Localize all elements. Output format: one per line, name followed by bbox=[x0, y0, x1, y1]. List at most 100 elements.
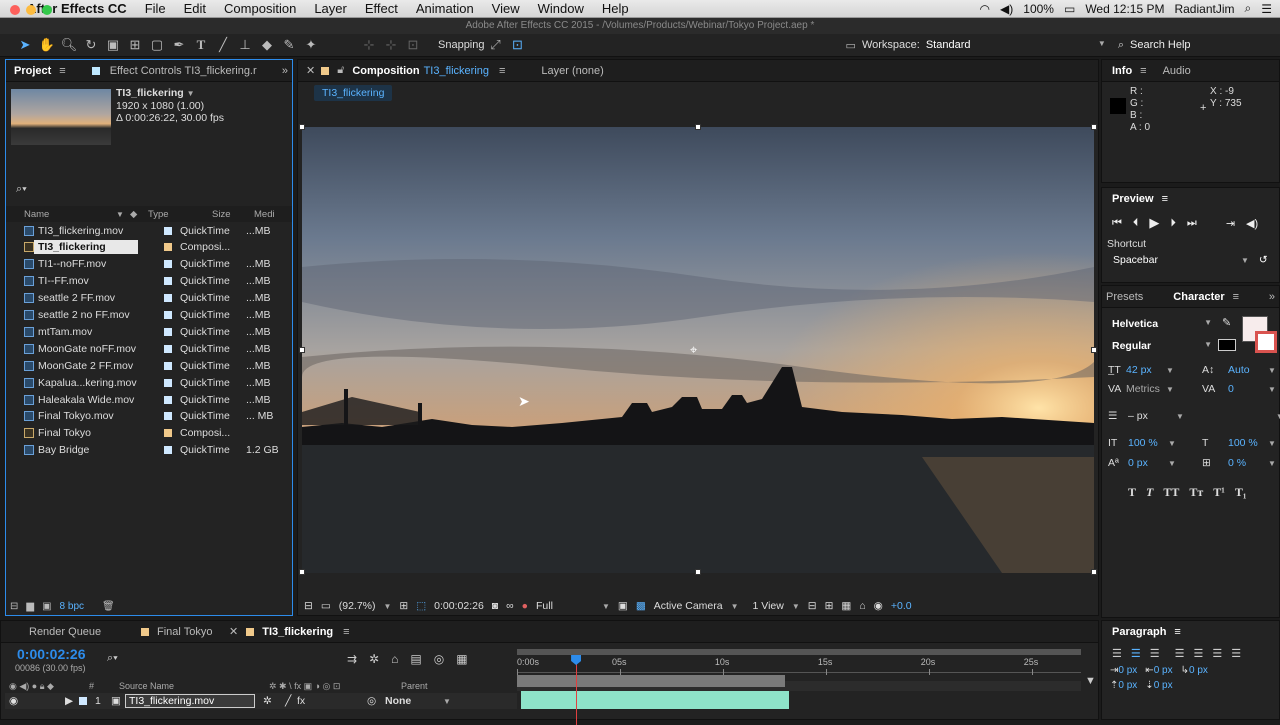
composition-viewer[interactable] bbox=[302, 127, 1094, 573]
menu-edit[interactable]: Edit bbox=[175, 1, 215, 16]
effects-switch-icon[interactable]: fx bbox=[297, 695, 367, 707]
menu-composition[interactable]: Composition bbox=[215, 1, 305, 16]
justify-left-icon[interactable]: ☰ bbox=[1175, 647, 1185, 660]
timeline-search-icon[interactable]: ⌕▾ bbox=[107, 652, 118, 665]
space-after-field[interactable]: ⇣0 px bbox=[1145, 680, 1172, 691]
time-ruler[interactable]: 0:00s 05s 10s 15s 20s 25s bbox=[517, 657, 1081, 675]
eyedropper-icon[interactable]: ✎ bbox=[1222, 316, 1231, 329]
menu-view[interactable]: View bbox=[483, 1, 529, 16]
next-frame-icon[interactable]: ⏵ bbox=[1170, 217, 1176, 230]
reset-icon[interactable]: ↺ bbox=[1259, 254, 1268, 266]
camera-tool-icon[interactable]: ▣ bbox=[102, 35, 124, 55]
indent-first-field[interactable]: ↳0 px bbox=[1181, 665, 1208, 676]
parent-header[interactable]: Parent bbox=[401, 681, 428, 691]
previous-frame-icon[interactable]: ⏴ bbox=[1133, 217, 1139, 230]
stroke-style-chevron-icon[interactable]: ▼ bbox=[1276, 412, 1280, 421]
collapse-switch-icon[interactable]: ✲ bbox=[263, 695, 285, 707]
horizontal-scale-control[interactable]: T 100 % ▼ bbox=[1202, 437, 1276, 449]
vertical-scale-value[interactable]: 100 % bbox=[1128, 437, 1168, 449]
notifications-icon[interactable]: ☰ bbox=[1261, 2, 1272, 16]
bounding-handle[interactable] bbox=[1091, 569, 1097, 575]
tab-character[interactable]: Character bbox=[1173, 291, 1224, 303]
tsume-value[interactable]: 0 % bbox=[1228, 457, 1268, 469]
tab-info[interactable]: Info bbox=[1112, 65, 1132, 77]
column-media[interactable]: Medi bbox=[254, 209, 284, 220]
project-item[interactable]: Bay Bridge QuickTime 1.2 GB bbox=[6, 442, 291, 459]
bit-depth-button[interactable]: 8 bpc bbox=[60, 601, 84, 612]
chevron-down-icon[interactable]: ▼ bbox=[1268, 385, 1276, 394]
workspace-select[interactable]: Standard ▼ bbox=[926, 39, 1106, 51]
tab-final-tokyo[interactable]: Final Tokyo bbox=[157, 626, 221, 638]
tab-layer[interactable]: Layer (none) bbox=[541, 65, 603, 77]
tab-audio[interactable]: Audio bbox=[1163, 65, 1191, 77]
chevron-down-icon[interactable]: ▼ bbox=[384, 602, 392, 611]
label-color[interactable] bbox=[164, 446, 172, 455]
layer-row[interactable]: ◉ ▶ 1 ▣ TI3_flickering.mov ✲ ╱ fx ◎ None… bbox=[5, 693, 517, 709]
layer-work-area[interactable] bbox=[517, 675, 785, 687]
clone-stamp-tool-icon[interactable]: ⊥ bbox=[234, 35, 256, 55]
faux-italic-button[interactable]: T bbox=[1146, 485, 1153, 500]
composition-breadcrumb[interactable]: TI3_flickering bbox=[314, 85, 393, 101]
monitor-icon[interactable]: ▭ bbox=[321, 600, 331, 612]
label-color[interactable] bbox=[164, 344, 172, 353]
channel-icon[interactable]: ● bbox=[522, 600, 528, 612]
sort-icon[interactable]: ▼ bbox=[116, 210, 130, 219]
zoom-tool-icon[interactable]: 🔍︎ bbox=[58, 35, 80, 55]
close-tab-icon[interactable]: ✕ bbox=[221, 625, 246, 638]
mask-visibility-icon[interactable]: ⬚ bbox=[416, 600, 426, 612]
small-caps-button[interactable]: Tт bbox=[1189, 485, 1203, 500]
project-item[interactable]: seattle 2 FF.mov QuickTime ...MB bbox=[6, 290, 291, 307]
tracking-value[interactable]: 0 bbox=[1228, 383, 1268, 395]
snap-grid-icon[interactable]: ⊡ bbox=[507, 35, 529, 55]
stroke-color-swatch[interactable] bbox=[1255, 331, 1277, 353]
chevron-down-icon[interactable]: ▼ bbox=[731, 602, 739, 611]
label-color[interactable] bbox=[164, 277, 172, 286]
local-axis-icon[interactable]: ⊹ bbox=[358, 35, 380, 55]
label-color[interactable] bbox=[164, 327, 172, 336]
transparency-grid-icon[interactable]: ▩ bbox=[636, 600, 646, 612]
vertical-scale-control[interactable]: IT 100 % ▼ bbox=[1108, 437, 1176, 449]
align-left-icon[interactable]: ☰ bbox=[1112, 647, 1122, 660]
project-item[interactable]: TI3_flickering Composi... bbox=[6, 239, 291, 256]
bounding-handle[interactable] bbox=[299, 124, 305, 130]
snapshot-icon[interactable]: ◙ bbox=[492, 600, 498, 612]
label-color[interactable] bbox=[164, 412, 172, 421]
mute-icon[interactable]: ◀) bbox=[1246, 217, 1258, 230]
project-item[interactable]: TI3_flickering.mov QuickTime ...MB bbox=[6, 222, 291, 239]
motion-blur-icon[interactable]: ◎ bbox=[434, 652, 444, 666]
search-help-field[interactable]: Search Help bbox=[1130, 39, 1270, 51]
eraser-tool-icon[interactable]: ◆ bbox=[256, 35, 278, 55]
quality-switch-icon[interactable]: ╱ bbox=[285, 695, 297, 707]
menu-animation[interactable]: Animation bbox=[407, 1, 483, 16]
battery-percent[interactable]: 100% bbox=[1023, 2, 1054, 16]
graph-editor-icon[interactable]: ▦ bbox=[456, 652, 467, 666]
menu-window[interactable]: Window bbox=[529, 1, 593, 16]
bounding-handle[interactable] bbox=[695, 569, 701, 575]
project-item[interactable]: mtTam.mov QuickTime ...MB bbox=[6, 323, 291, 340]
pan-behind-tool-icon[interactable]: ⊞ bbox=[124, 35, 146, 55]
label-color[interactable] bbox=[164, 294, 172, 303]
kerning-control[interactable]: VA Metrics ▼ bbox=[1108, 383, 1174, 395]
source-name-header[interactable]: Source Name bbox=[119, 681, 269, 691]
horizontal-scale-value[interactable]: 100 % bbox=[1228, 437, 1268, 449]
zoom-window-button[interactable] bbox=[42, 5, 52, 15]
tab-project[interactable]: Project bbox=[14, 65, 51, 77]
menu-user[interactable]: RadiantJim bbox=[1174, 2, 1234, 16]
chevron-down-icon[interactable]: ▼ bbox=[1268, 459, 1276, 468]
panel-menu-icon[interactable]: ≡ bbox=[1174, 626, 1180, 638]
show-snapshot-icon[interactable]: ∞ bbox=[506, 600, 514, 612]
timeline-current-time[interactable]: 0:00:02:26 bbox=[17, 646, 86, 662]
new-folder-icon[interactable]: ▆ bbox=[26, 601, 34, 612]
comp-mini-flowchart-icon[interactable]: ⇉ bbox=[347, 652, 357, 666]
video-toggle-icon[interactable]: ◉ bbox=[5, 695, 25, 707]
menu-layer[interactable]: Layer bbox=[305, 1, 356, 16]
selection-tool-icon[interactable]: ➤ bbox=[14, 35, 36, 55]
leading-control[interactable]: A↕ Auto ▼ bbox=[1202, 364, 1276, 376]
panel-overflow-icon[interactable]: » bbox=[282, 65, 292, 77]
selected-item-name[interactable]: TI3_flickering bbox=[116, 87, 184, 99]
leading-value[interactable]: Auto bbox=[1228, 364, 1268, 376]
rotate-tool-icon[interactable]: ↻ bbox=[80, 35, 102, 55]
align-center-icon[interactable]: ☰ bbox=[1131, 647, 1141, 660]
snapping-label[interactable]: Snapping bbox=[438, 39, 485, 51]
close-window-button[interactable] bbox=[10, 5, 20, 15]
